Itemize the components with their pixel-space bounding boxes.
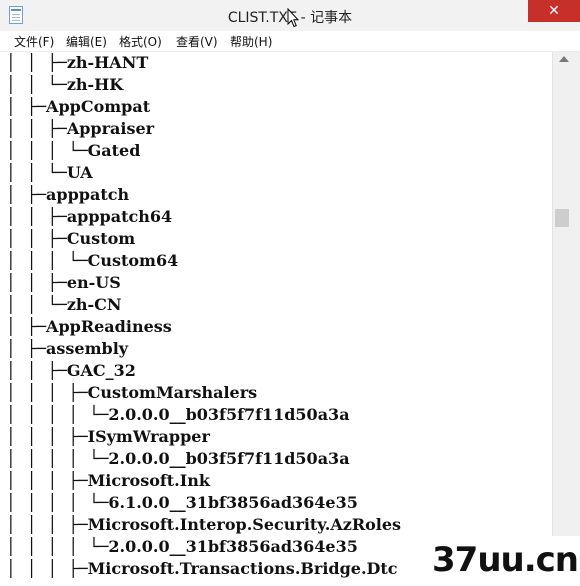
text-line: │ │ │ │ └─2.0.0.0__b03f5f7f11d50a3a bbox=[6, 405, 350, 424]
menu-format[interactable]: 格式(O) bbox=[119, 33, 162, 50]
text-line: │ │ ├─Custom bbox=[6, 229, 136, 248]
title-bar: CLIST.TXT - 记事本 ✕ bbox=[0, 0, 580, 32]
text-line: │ │ └─zh-HK bbox=[6, 75, 124, 94]
menu-file[interactable]: 文件(F) bbox=[14, 33, 54, 50]
watermark: 37uu.cn bbox=[424, 536, 580, 586]
vertical-scrollbar[interactable] bbox=[552, 52, 580, 586]
menu-view[interactable]: 查看(V) bbox=[176, 33, 218, 50]
menu-edit[interactable]: 编辑(E) bbox=[66, 33, 107, 50]
text-line: │ │ │ │ └─6.1.0.0__31bf3856ad364e35 bbox=[6, 493, 358, 512]
text-line: │ │ │ └─Gated bbox=[6, 141, 141, 160]
close-button[interactable]: ✕ bbox=[528, 0, 580, 22]
text-line: │ │ │ └─Custom64 bbox=[6, 251, 179, 270]
text-line: │ ├─assembly bbox=[6, 339, 129, 358]
text-line: │ │ ├─Appraiser bbox=[6, 119, 155, 138]
menu-bar: 文件(F) 编辑(E) 格式(O) 查看(V) 帮助(H) bbox=[0, 31, 580, 52]
text-line: │ │ ├─apppatch64 bbox=[6, 207, 173, 226]
text-line: │ │ │ ├─Microsoft.Ink bbox=[6, 471, 210, 490]
text-line: │ │ │ │ └─2.0.0.0__31bf3856ad364e35 bbox=[6, 537, 358, 556]
text-line: │ │ └─zh-CN bbox=[6, 295, 122, 314]
text-line: │ │ │ ├─ISymWrapper bbox=[6, 427, 210, 446]
text-editor[interactable]: │ │ ├─zh-HANT │ │ └─zh-HK │ ├─AppCompat … bbox=[0, 52, 560, 586]
text-line: │ │ └─UA bbox=[6, 163, 93, 182]
text-line: │ ├─AppCompat bbox=[6, 97, 151, 116]
text-line: │ │ │ ├─Microsoft.Interop.Security.AzRol… bbox=[6, 515, 402, 534]
text-line: │ │ ├─en-US bbox=[6, 273, 121, 292]
text-line: │ │ │ ├─Microsoft.Transactions.Bridge.Dt… bbox=[6, 559, 398, 578]
menu-help[interactable]: 帮助(H) bbox=[230, 33, 272, 50]
text-line: │ │ ├─zh-HANT bbox=[6, 53, 149, 72]
mouse-cursor-icon bbox=[287, 8, 299, 28]
text-line: │ │ │ │ └─2.0.0.0__b03f5f7f11d50a3a bbox=[6, 449, 350, 468]
scroll-up-arrow-icon[interactable] bbox=[559, 56, 569, 62]
text-line: │ │ ├─GAC_32 bbox=[6, 361, 136, 380]
text-line: │ ├─AppReadiness bbox=[6, 317, 172, 336]
text-line: │ │ │ ├─CustomMarshalers bbox=[6, 383, 258, 402]
scroll-thumb[interactable] bbox=[555, 209, 569, 227]
text-line: │ ├─apppatch bbox=[6, 185, 130, 204]
watermark-text: 37uu.cn bbox=[432, 540, 579, 580]
